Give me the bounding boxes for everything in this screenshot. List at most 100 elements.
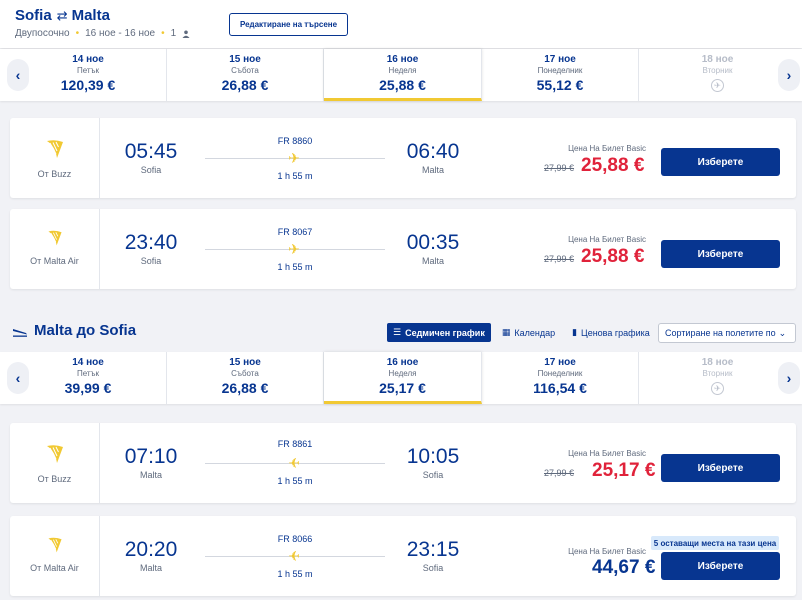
fare-label: Цена На Билет Basic [568,449,646,458]
date-day: 15 ное [229,357,261,368]
date-option-unavailable: 18 ное Вторник ✈ [639,49,796,101]
airline-harp-logo-icon [10,229,99,252]
separator-dot: • [161,28,165,39]
chevron-right-icon: › [786,67,792,83]
seats-left-badge: 5 оставащи места на тази цена [651,536,779,550]
no-flights-icon: ✈ [711,79,724,92]
date-price: 39,99 € [64,380,112,396]
date-day: 16 ное [386,357,419,368]
airline-harp-logo-icon [10,536,99,559]
list-icon: ☰ [393,327,402,337]
passenger-count: 1 [170,28,177,39]
sort-dropdown[interactable]: Сортиране на полетите по ⌄ [658,323,796,343]
date-option[interactable]: 14 ное Петък 120,39 € [10,49,167,101]
landing-plane-icon [13,328,27,337]
return-date-carousel: ‹ 14 ное Петък 39,99 € 15 ное Събота 26,… [0,352,802,404]
tab-label: Седмичен график [405,327,485,338]
destination-city: Malta [71,7,110,24]
date-price: 25,17 € [379,380,426,396]
date-day: 16 ное [386,54,419,65]
airplane-icon: ✈ [288,150,300,166]
date-option[interactable]: 17 ное Понеделник 116,54 € [482,352,639,404]
arrival-city: Sofia [422,470,444,480]
old-price: 27,99 € [544,468,575,478]
flight-card: От Buzz 05:45 Sofia FR 8860 ✈ 1 h 55 m 0… [10,118,796,198]
date-day: 15 ное [229,54,261,65]
select-flight-button[interactable]: Изберете [661,454,780,482]
person-icon [182,30,190,38]
date-weekday: Събота [231,369,259,378]
operator-name: От Buzz [37,474,72,484]
flight-card: От Buzz 07:10 Malta FR 8861 ✈ 1 h 55 m 1… [10,423,796,503]
date-price: 25,88 € [379,77,426,93]
departure-time: 07:10 [124,445,178,468]
date-option[interactable]: 14 ное Петък 39,99 € [10,352,167,404]
airline-harp-logo-icon [10,443,99,470]
flight-duration: 1 h 55 m [277,569,313,579]
fare-label: Цена На Билет Basic [568,547,646,556]
date-option[interactable]: 15 ное Събота 26,88 € [167,49,324,101]
tab-weekly-schedule[interactable]: ☰ Седмичен график [387,323,491,342]
arrival-time: 00:35 [406,231,460,254]
search-summary-header: Sofia ⇄ Malta Двупосочно • 16 ное - 16 н… [0,0,802,48]
date-weekday: Събота [231,66,259,75]
date-option-selected[interactable]: 16 ное Неделя 25,17 € [324,352,482,404]
flight-number: FR 8066 [277,534,313,544]
airplane-icon: ✈ [288,455,300,471]
trip-dates: 16 ное - 16 ное [85,28,156,39]
date-price: 26,88 € [221,77,269,93]
price: 25,88 € [581,246,645,267]
airplane-icon: ✈ [288,241,300,257]
date-option-selected[interactable]: 16 ное Неделя 25,88 € [324,49,482,101]
price: 25,88 € [581,155,645,176]
date-option[interactable]: 17 ное Понеделник 55,12 € [482,49,639,101]
departure-time: 20:20 [124,538,178,561]
tab-label: Ценова графика [581,327,650,338]
chevron-down-icon: ⌄ [778,327,787,338]
no-flights-icon: ✈ [711,382,724,395]
departure-time: 23:40 [124,231,178,254]
date-option[interactable]: 15 ное Събота 26,88 € [167,352,324,404]
arrival-city: Malta [421,165,444,175]
carousel-next-button[interactable]: › [778,362,800,394]
departure-city: Sofia [140,256,162,266]
arrival-city: Malta [421,256,444,266]
carousel-next-button[interactable]: › [778,59,800,91]
edit-search-button[interactable]: Редактиране на търсене [229,13,348,36]
arrival-time: 10:05 [406,445,460,468]
return-route: Malta до Sofia [34,322,137,339]
date-price: 55,12 € [536,77,584,93]
old-price: 27,99 € [544,163,575,173]
price: 44,67 € [592,557,656,578]
calendar-icon: ▦ [501,327,511,337]
date-price: 120,39 € [60,77,116,93]
flight-card: От Malta Air 23:40 Sofia FR 8067 ✈ 1 h 5… [10,209,796,289]
date-day: 14 ное [72,54,104,65]
operator-block: От Buzz [10,423,100,503]
tab-calendar[interactable]: ▦ Календар [496,323,561,342]
select-flight-button[interactable]: Изберете [661,552,780,580]
trip-details: Двупосочно • 16 ное - 16 ное • 1 [15,28,190,39]
price: 25,17 € [592,460,656,481]
tab-label: Календар [514,327,556,338]
date-weekday: Петък [76,66,100,75]
arrival-time: 23:15 [406,538,460,561]
tab-price-chart[interactable]: ▮ Ценова графика [566,323,656,342]
select-flight-button[interactable]: Изберете [661,148,780,176]
select-flight-button[interactable]: Изберете [661,240,780,268]
departure-city: Malta [139,563,162,573]
sort-label: Сортиране на полетите по [665,328,776,338]
old-price: 27,99 € [544,254,575,264]
date-weekday: Вторник [702,369,733,378]
separator-dot: • [75,28,80,39]
flight-number: FR 8067 [277,227,313,237]
operator-block: От Buzz [10,118,100,198]
fare-label: Цена На Билет Basic [568,235,646,244]
flight-duration: 1 h 55 m [277,171,313,181]
date-weekday: Вторник [702,66,733,75]
view-tabs: ☰ Седмичен график ▦ Календар ▮ Ценова гр… [387,323,656,342]
flight-number: FR 8861 [277,439,313,449]
date-weekday: Понеделник [537,66,583,75]
date-day: 17 ное [544,357,576,368]
date-weekday: Неделя [388,66,417,75]
